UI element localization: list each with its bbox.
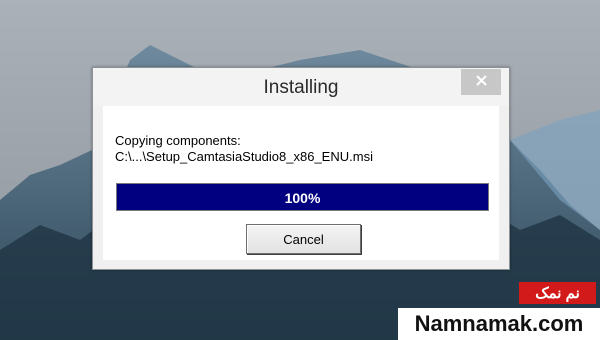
dialog-content: Copying components: C:\...\Setup_Camtasi…: [103, 106, 499, 260]
watermark-brand-badge: نم نمک: [519, 282, 596, 304]
close-button[interactable]: [461, 69, 501, 95]
cancel-button[interactable]: Cancel: [246, 224, 361, 254]
progress-bar: 100%: [116, 183, 489, 211]
install-dialog: Installing Copying components: C:\...\Se…: [92, 67, 510, 270]
title-bar: Installing: [93, 68, 509, 106]
close-icon: [475, 73, 487, 91]
status-text: Copying components:: [115, 133, 241, 148]
progress-label: 100%: [284, 190, 321, 206]
watermark-site-label: Namnamak.com: [398, 308, 600, 340]
file-path-text: C:\...\Setup_CamtasiaStudio8_x86_ENU.msi: [115, 149, 373, 164]
dialog-title: Installing: [263, 77, 339, 98]
